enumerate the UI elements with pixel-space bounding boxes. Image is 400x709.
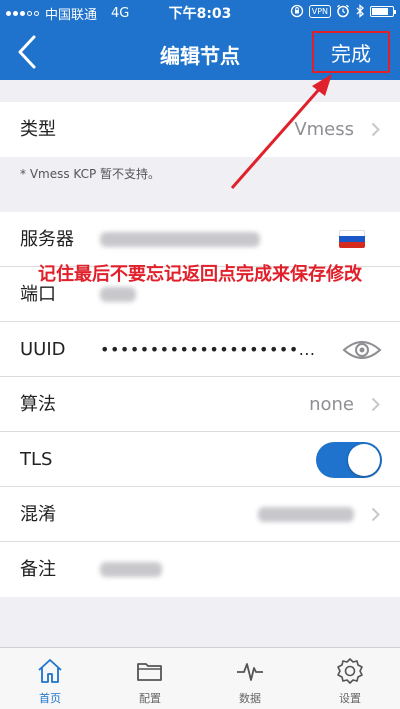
home-icon bbox=[38, 659, 62, 683]
tab-home-label: 首页 bbox=[39, 692, 61, 705]
tab-config[interactable]: 配置 bbox=[100, 648, 200, 709]
tab-settings[interactable]: 设置 bbox=[300, 648, 400, 709]
type-note: * Vmess KCP 暂不支持。 bbox=[20, 167, 161, 181]
remark-row[interactable]: 备注 bbox=[0, 542, 400, 597]
tab-data[interactable]: 数据 bbox=[200, 648, 300, 709]
toggle-knob bbox=[348, 444, 380, 476]
annotation-text: 记住最后不要忘记返回点完成来保存修改 bbox=[38, 264, 362, 285]
server-value-redacted bbox=[100, 232, 260, 247]
vpn-badge: VPN bbox=[308, 4, 331, 18]
lock-rotation-icon bbox=[290, 4, 303, 18]
type-group: 类型 Vmess bbox=[0, 102, 400, 157]
obfs-value-redacted bbox=[258, 507, 354, 522]
obfs-row[interactable]: 混淆 bbox=[0, 487, 400, 542]
done-button[interactable]: 完成 bbox=[312, 31, 390, 73]
eye-icon[interactable] bbox=[342, 336, 382, 364]
server-label: 服务器 bbox=[20, 229, 74, 250]
tls-toggle[interactable] bbox=[316, 442, 382, 478]
folder-icon bbox=[137, 663, 162, 681]
chevron-right-icon bbox=[371, 397, 380, 412]
type-row[interactable]: 类型 Vmess bbox=[0, 102, 400, 157]
tab-data-label: 数据 bbox=[239, 692, 261, 705]
server-row[interactable]: 服务器 bbox=[0, 212, 400, 267]
remark-label: 备注 bbox=[20, 559, 56, 580]
tab-settings-label: 设置 bbox=[339, 692, 361, 705]
chevron-right-icon bbox=[371, 507, 380, 522]
obfs-label: 混淆 bbox=[20, 504, 56, 525]
gear-icon bbox=[337, 658, 363, 684]
bluetooth-icon bbox=[356, 4, 364, 18]
status-right: VPN bbox=[290, 4, 396, 18]
tab-home[interactable]: 首页 bbox=[0, 648, 100, 709]
uuid-row[interactable]: UUID ••••••••••••••••••••... bbox=[0, 322, 400, 377]
remark-value-redacted bbox=[100, 562, 162, 577]
algorithm-label: 算法 bbox=[20, 394, 56, 415]
tab-bar: 首页 配置 数据 设置 bbox=[0, 647, 400, 709]
algorithm-row[interactable]: 算法 none bbox=[0, 377, 400, 432]
uuid-label: UUID bbox=[20, 339, 66, 360]
app-header: 中国联通 4G 下午8:03 VPN 编辑节点 完成 bbox=[0, 0, 400, 80]
tab-config-label: 配置 bbox=[139, 692, 161, 705]
status-bar: 中国联通 4G 下午8:03 VPN bbox=[0, 0, 400, 24]
tls-row: TLS bbox=[0, 432, 400, 487]
chevron-right-icon bbox=[371, 122, 380, 137]
alarm-icon bbox=[337, 4, 349, 18]
algorithm-value: none bbox=[309, 394, 354, 415]
tls-label: TLS bbox=[20, 449, 53, 470]
battery-icon bbox=[370, 5, 396, 17]
russia-flag-icon bbox=[339, 230, 365, 248]
type-label: 类型 bbox=[20, 119, 56, 140]
uuid-value: ••••••••••••••••••••... bbox=[100, 340, 316, 359]
type-value: Vmess bbox=[294, 119, 354, 140]
pulse-icon bbox=[237, 663, 263, 681]
port-value-redacted bbox=[100, 287, 136, 302]
